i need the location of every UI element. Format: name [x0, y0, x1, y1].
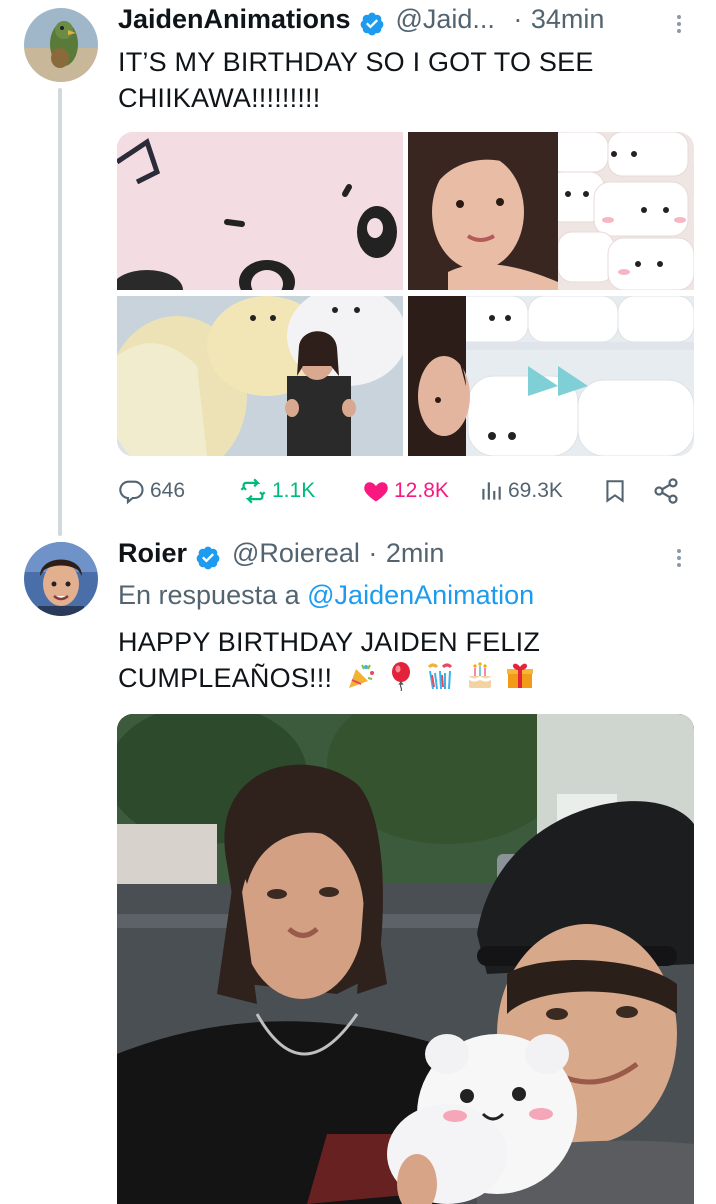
bookmark-icon — [606, 480, 624, 503]
balloon-icon — [391, 662, 410, 691]
repost-button[interactable]: 1.1K — [238, 476, 315, 506]
views-button[interactable]: 69.3K — [478, 476, 563, 506]
birthday-cake-icon — [468, 662, 492, 688]
tweet-text-line: CUMPLEAÑOS!!! — [118, 663, 333, 693]
timestamp[interactable]: 34min — [531, 4, 605, 34]
verified-badge-icon — [197, 546, 220, 570]
reply-button[interactable]: 646 — [118, 476, 185, 506]
repost-icon — [240, 478, 266, 504]
more-options-icon[interactable] — [676, 12, 682, 36]
reply-to-handle-link[interactable]: @JaidenAnimation — [307, 580, 534, 610]
author-handle[interactable]: @Roiereal — [232, 538, 360, 568]
avatar-roier[interactable] — [24, 542, 98, 616]
tweet-text-line: HAPPY BIRTHDAY JAIDEN FELIZ — [118, 627, 541, 657]
repost-count: 1.1K — [272, 479, 316, 502]
more-options-icon[interactable] — [676, 546, 682, 570]
tweet-text-line: CHIIKAWA!!!!!!!!! — [118, 83, 321, 113]
views-chart-icon — [482, 482, 501, 500]
reply-context-label: En respuesta a — [118, 580, 300, 610]
reply-icon — [119, 480, 144, 505]
avatar-jaiden[interactable] — [24, 8, 98, 82]
heart-icon — [364, 482, 388, 502]
party-popper-icon — [348, 664, 374, 688]
confetti-ball-icon — [428, 663, 453, 690]
like-count: 12.8K — [394, 479, 449, 502]
media-photo-1[interactable] — [117, 132, 403, 290]
author-handle[interactable]: @Jaid... — [395, 4, 494, 34]
media-photo-4[interactable] — [408, 296, 694, 456]
reply-count: 646 — [150, 479, 186, 502]
verified-badge-icon — [360, 12, 384, 36]
timestamp[interactable]: 2min — [386, 538, 445, 568]
like-button[interactable]: 12.8K — [362, 476, 449, 506]
media-photo-2[interactable] — [408, 132, 694, 290]
share-icon — [654, 478, 678, 504]
media-photo-3[interactable] — [117, 296, 403, 456]
bookmark-button[interactable] — [602, 476, 632, 506]
separator-dot: · — [368, 538, 378, 568]
wrapped-gift-icon — [506, 663, 533, 688]
tweet-text-line: IT’S MY BIRTHDAY SO I GOT TO SEE — [118, 47, 594, 77]
thread-connector-line — [58, 88, 62, 536]
views-count: 69.3K — [508, 479, 563, 502]
media-photo-selfie[interactable] — [117, 714, 694, 1204]
author-name[interactable]: Roier — [118, 538, 187, 568]
separator-dot: · — [513, 4, 523, 34]
share-button[interactable] — [652, 476, 684, 506]
author-name[interactable]: JaidenAnimations — [118, 4, 351, 34]
